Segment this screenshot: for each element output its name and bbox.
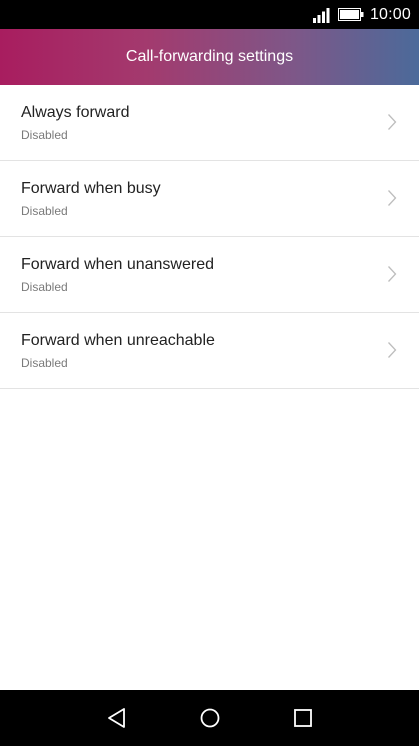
call-forwarding-screen: 10:00 Call-forwarding settings Always fo…: [0, 0, 419, 746]
list-item-forward-when-unanswered[interactable]: Forward when unanswered Disabled: [0, 237, 419, 313]
list-item-always-forward[interactable]: Always forward Disabled: [0, 85, 419, 161]
status-indicators: 10:00: [312, 0, 411, 29]
list-item-title: Always forward: [21, 104, 130, 121]
chevron-right-icon: [388, 114, 397, 130]
list-item-title: Forward when unreachable: [21, 332, 215, 349]
list-item-status: Disabled: [21, 128, 68, 142]
list-item-status: Disabled: [21, 204, 68, 218]
list-item-status: Disabled: [21, 280, 68, 294]
page-title: Call-forwarding settings: [125, 48, 294, 65]
list-item-title: Forward when unanswered: [21, 256, 214, 273]
home-circle-icon[interactable]: [198, 706, 222, 730]
chevron-right-icon: [388, 190, 397, 206]
signal-strength-icon: [312, 7, 330, 23]
app-header: Call-forwarding settings: [0, 29, 419, 85]
navigation-bar: [0, 690, 419, 746]
recents-square-icon[interactable]: [291, 706, 315, 730]
list-item-forward-when-unreachable[interactable]: Forward when unreachable Disabled: [0, 313, 419, 389]
settings-list: Always forward Disabled Forward when bus…: [0, 85, 419, 389]
list-item-forward-when-busy[interactable]: Forward when busy Disabled: [0, 161, 419, 237]
back-triangle-icon[interactable]: [105, 706, 129, 730]
status-bar: 10:00: [0, 0, 419, 29]
battery-full-icon: [337, 8, 364, 21]
list-item-status: Disabled: [21, 356, 68, 370]
list-item-title: Forward when busy: [21, 180, 161, 197]
chevron-right-icon: [388, 266, 397, 282]
status-time: 10:00: [369, 5, 411, 23]
chevron-right-icon: [388, 342, 397, 358]
